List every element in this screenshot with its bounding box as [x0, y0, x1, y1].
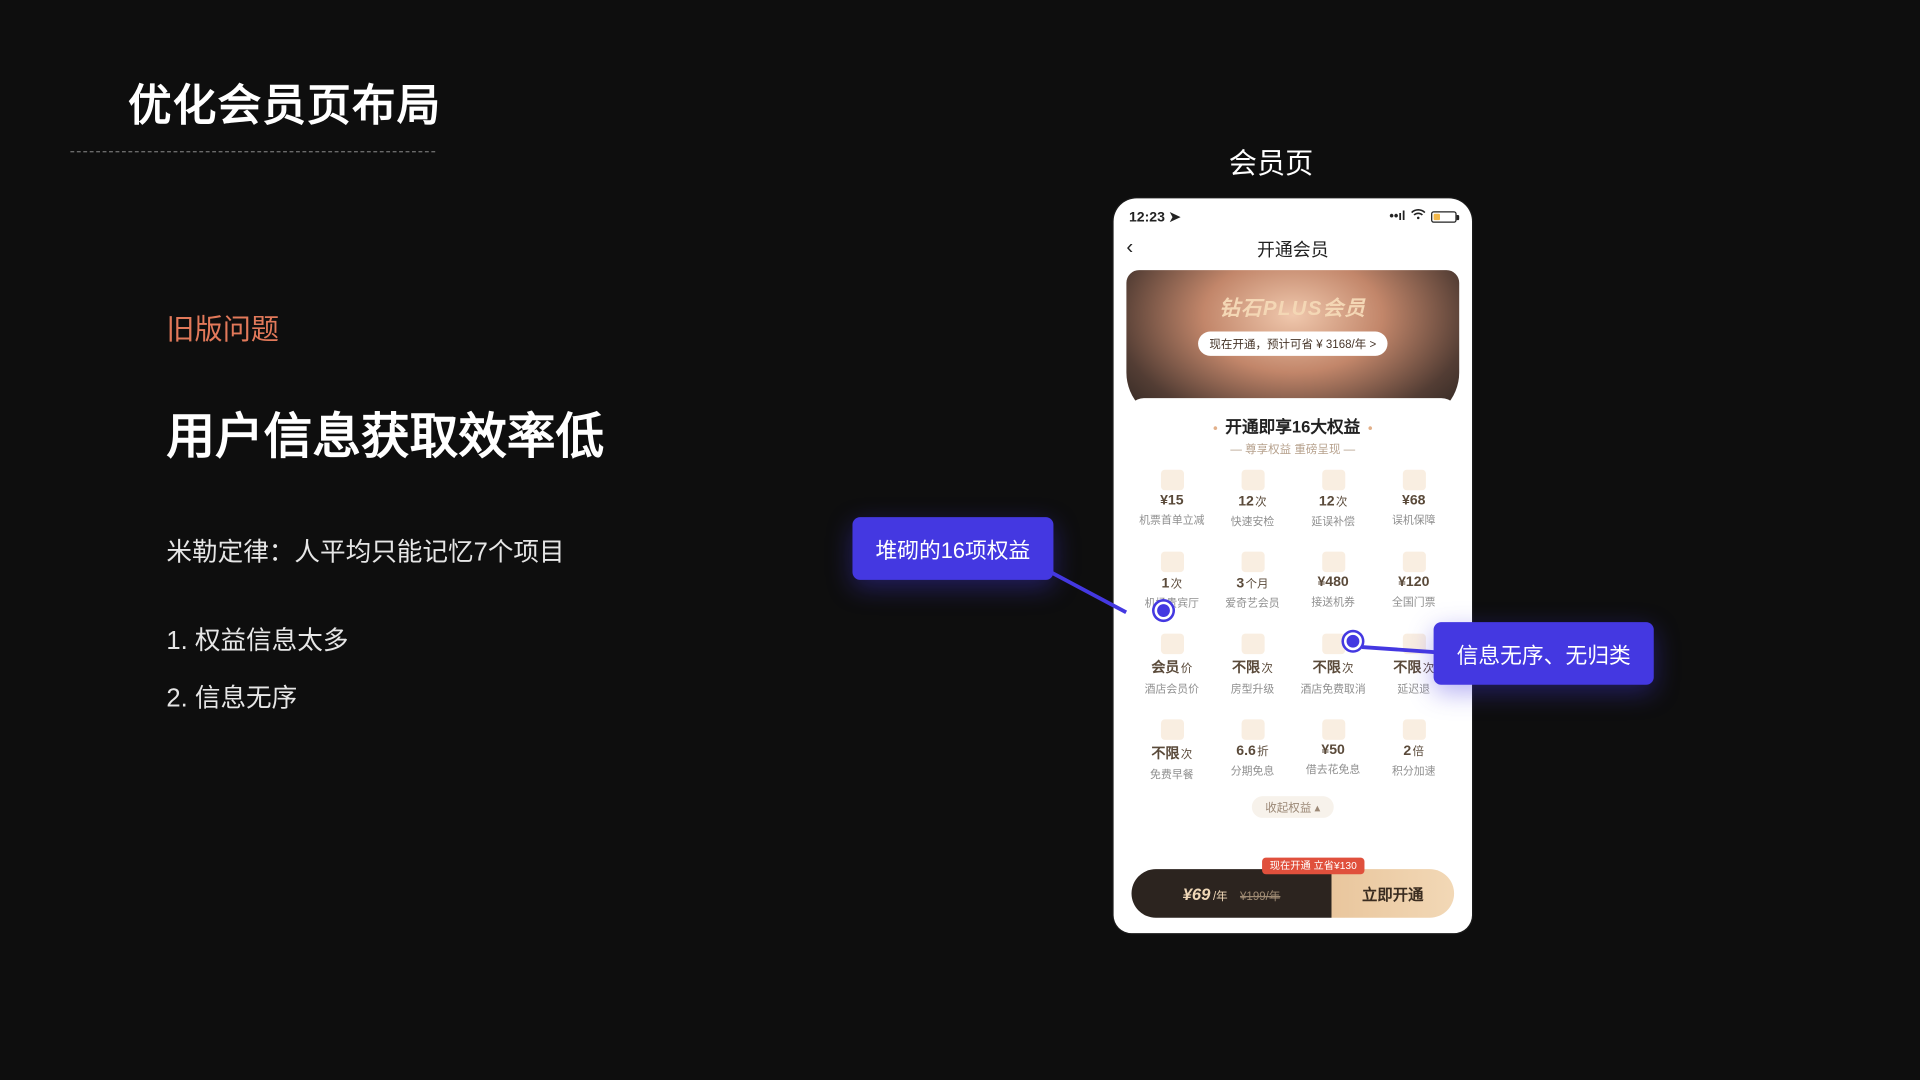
benefit-item[interactable]: 12次快速安检: [1212, 470, 1293, 529]
benefit-item[interactable]: ¥15 机票首单立减: [1132, 470, 1213, 529]
point-1: 1. 权益信息太多: [166, 620, 604, 657]
status-clock: 12:23 ➤: [1129, 208, 1181, 225]
benefits-grid: ¥15机票首单立减12次快速安检12次延误补偿¥68误机保障1次机场贵宾厅3个月…: [1126, 470, 1459, 782]
benefit-value: 6.6折: [1212, 742, 1293, 759]
benefits-title: 开通即享16大权益: [1126, 413, 1459, 437]
point-2: 2. 信息无序: [166, 677, 604, 714]
benefit-icon: [1402, 719, 1425, 739]
benefit-value: 不限次: [1212, 657, 1293, 677]
eyebrow: 旧版问题: [166, 307, 604, 348]
benefit-value: 1次: [1132, 575, 1213, 592]
benefit-label: 机票首单立减: [1132, 512, 1213, 527]
benefit-item[interactable]: 不限次免费早餐: [1132, 719, 1213, 782]
location-icon: ➤: [1169, 209, 1181, 224]
battery-icon: [1431, 211, 1457, 223]
slide-title: 优化会员页布局: [128, 70, 442, 133]
wifi-icon: [1411, 209, 1426, 224]
benefit-item[interactable]: 6.6折分期免息: [1212, 719, 1293, 782]
benefit-label: 免费早餐: [1132, 767, 1213, 782]
benefit-icon: [1241, 552, 1264, 572]
benefit-item[interactable]: 会员价酒店会员价: [1132, 634, 1213, 697]
benefit-value: 12次: [1212, 493, 1293, 510]
benefit-label: 误机保障: [1373, 512, 1454, 527]
benefit-icon: [1322, 552, 1345, 572]
phone-mock: 12:23 ➤ ••ıl ‹ 开通会员 钻石PLUS会员 现在开通，预计可省 ¥…: [1114, 198, 1472, 933]
benefit-item[interactable]: ¥480 接送机券: [1293, 552, 1374, 611]
principle: 米勒定律：人平均只能记忆7个项目: [166, 531, 604, 568]
benefit-icon: [1402, 552, 1425, 572]
benefit-value: 不限次: [1132, 742, 1213, 762]
collapse-toggle[interactable]: 收起权益 ▴: [1126, 795, 1459, 818]
hero-title: 钻石PLUS会员: [1126, 291, 1459, 322]
benefit-icon: [1241, 470, 1264, 490]
benefit-icon: [1402, 470, 1425, 490]
benefits-subtitle: 尊享权益 重磅呈现: [1126, 440, 1459, 457]
benefit-icon: [1322, 719, 1345, 739]
benefit-value: ¥120: [1373, 575, 1454, 590]
benefit-label: 借去花免息: [1293, 762, 1374, 777]
benefits-sheet: 开通即享16大权益 尊享权益 重磅呈现 ¥15机票首单立减12次快速安检12次延…: [1126, 398, 1459, 859]
headline: 用户信息获取效率低: [166, 397, 604, 467]
benefit-icon: [1160, 470, 1183, 490]
benefit-label: 全国门票: [1373, 594, 1454, 609]
benefit-item[interactable]: 3个月爱奇艺会员: [1212, 552, 1293, 611]
benefit-item[interactable]: 2倍积分加速: [1373, 719, 1454, 782]
app-nav-bar: ‹ 开通会员: [1114, 229, 1472, 270]
screenshot-label: 会员页: [1229, 141, 1314, 182]
cta-price: ¥69/年 ¥199/年: [1132, 884, 1332, 903]
benefit-icon: [1241, 719, 1264, 739]
benefit-value: ¥50: [1293, 742, 1374, 757]
back-icon[interactable]: ‹: [1126, 237, 1133, 260]
cta-bar: 现在开通 立省¥130 ¥69/年 ¥199/年 立即开通: [1132, 869, 1455, 918]
benefit-label: 接送机券: [1293, 594, 1374, 609]
nav-title: 开通会员: [1257, 237, 1329, 263]
benefit-value: ¥480: [1293, 575, 1374, 590]
benefit-value: ¥68: [1373, 493, 1454, 508]
callout-left: 堆砌的16项权益: [852, 517, 1053, 580]
benefit-value: ¥15: [1132, 493, 1213, 508]
benefit-item[interactable]: 1次机场贵宾厅: [1132, 552, 1213, 611]
benefit-item[interactable]: ¥68 误机保障: [1373, 470, 1454, 529]
benefit-label: 酒店会员价: [1132, 681, 1213, 696]
cta-button[interactable]: 立即开通: [1332, 883, 1455, 905]
hero-savings-pill[interactable]: 现在开通，预计可省 ¥ 3168/年 >: [1198, 332, 1388, 356]
benefit-item[interactable]: ¥120 全国门票: [1373, 552, 1454, 611]
status-bar: 12:23 ➤ ••ıl: [1114, 198, 1472, 229]
benefit-item[interactable]: ¥50 借去花免息: [1293, 719, 1374, 782]
benefit-value: 12次: [1293, 493, 1374, 510]
benefit-label: 爱奇艺会员: [1212, 595, 1293, 610]
benefit-label: 积分加速: [1373, 763, 1454, 778]
benefit-value: 3个月: [1212, 575, 1293, 592]
title-underline: [70, 151, 435, 152]
signal-icon: ••ıl: [1389, 209, 1405, 223]
benefit-icon: [1160, 719, 1183, 739]
benefit-label: 快速安检: [1212, 513, 1293, 528]
benefit-icon: [1160, 634, 1183, 654]
benefit-icon: [1241, 634, 1264, 654]
benefit-icon: [1160, 552, 1183, 572]
slide-body: 旧版问题 用户信息获取效率低 米勒定律：人平均只能记忆7个项目 1. 权益信息太…: [166, 307, 604, 735]
benefit-value: 不限次: [1293, 657, 1374, 677]
callout-left-dot: [1155, 602, 1173, 620]
benefit-label: 房型升级: [1212, 681, 1293, 696]
benefit-icon: [1322, 634, 1345, 654]
benefit-value: 会员价: [1132, 657, 1213, 677]
cta-badge: 现在开通 立省¥130: [1262, 858, 1364, 875]
benefit-label: 延误补偿: [1293, 513, 1374, 528]
benefit-item[interactable]: 12次延误补偿: [1293, 470, 1374, 529]
benefit-icon: [1322, 470, 1345, 490]
benefit-label: 分期免息: [1212, 763, 1293, 778]
benefit-item[interactable]: 不限次房型升级: [1212, 634, 1293, 697]
callout-right-dot: [1344, 632, 1362, 650]
callout-right: 信息无序、无归类: [1434, 622, 1654, 685]
benefit-value: 2倍: [1373, 742, 1454, 759]
benefit-label: 酒店免费取消: [1293, 681, 1374, 696]
